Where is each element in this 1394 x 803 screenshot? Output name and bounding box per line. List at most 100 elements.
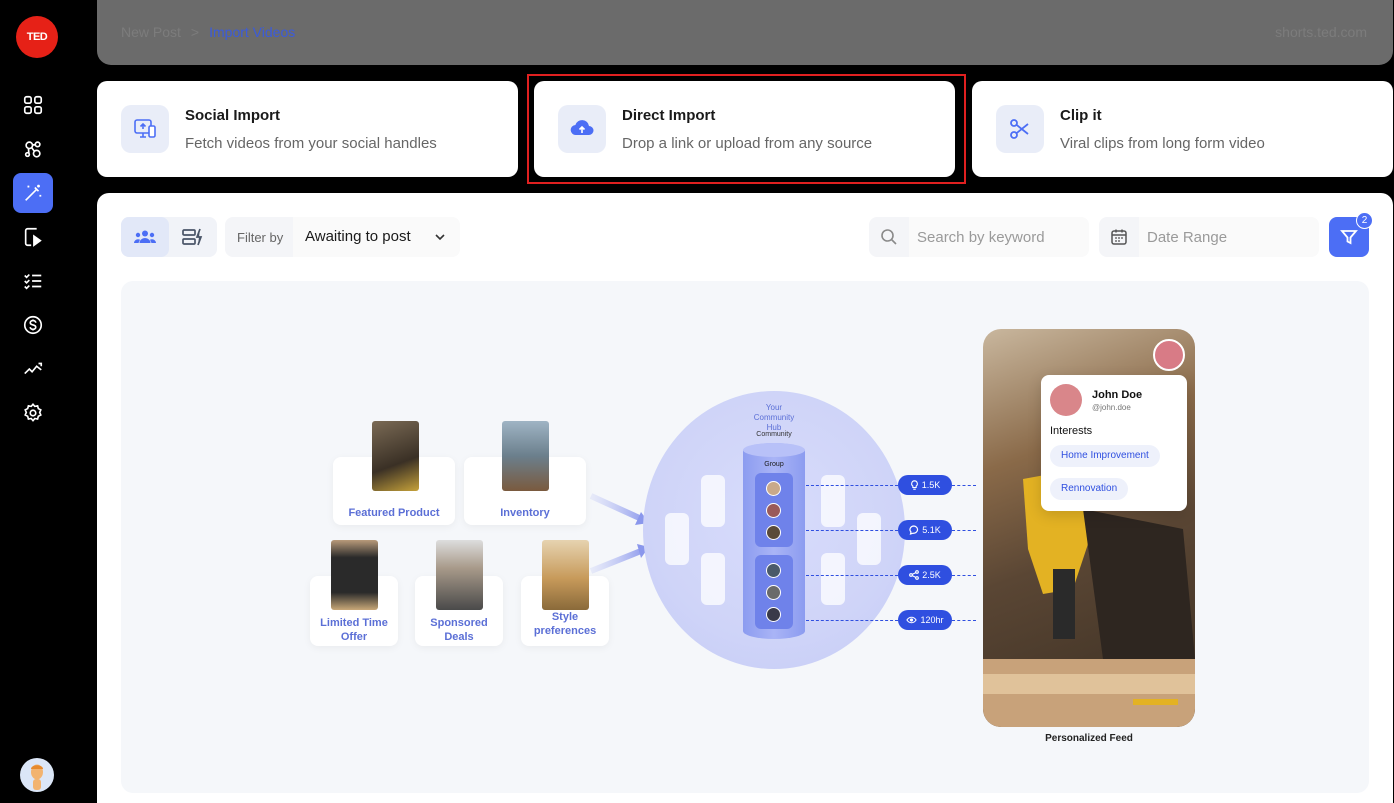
filter-value-text: Awaiting to post [305,228,411,245]
cloud-upload-icon [558,105,606,153]
interest-chip: Rennovation [1050,478,1129,500]
ted-logo[interactable]: TED [16,16,58,58]
stat-value: 1.5K [921,480,941,490]
nav-connections[interactable] [13,129,53,169]
nav-monetization[interactable] [13,305,53,345]
clip-it-card[interactable]: Clip it Viral clips from long form video [972,81,1393,177]
card-title: Social Import [185,107,281,124]
search-input[interactable] [909,217,1089,257]
group-block [755,555,793,629]
community-cylinder: Group [743,443,805,639]
stat-value: 5.1K [922,525,941,535]
filter-dropdown[interactable]: Filter by Awaiting to post [225,217,460,257]
date-range-input[interactable] [1139,217,1319,257]
breadcrumb-parent[interactable]: New Post [121,24,181,40]
calendar-icon [1099,217,1139,257]
chevron-down-icon [435,234,445,241]
nav-tasks[interactable] [13,261,53,301]
funnel-icon [1340,230,1358,245]
creator-avatar [1153,339,1185,371]
connector-line [952,575,976,576]
video-play-icon [24,227,42,247]
product-label: Style preferences [533,611,597,637]
stat-comments: 5.1K [898,520,952,540]
search-box [869,217,1089,257]
feed-label: Personalized Feed [1045,733,1133,744]
lightbulb-icon [910,480,918,490]
card-title: Direct Import [622,107,716,124]
card-subtitle: Viral clips from long form video [1060,135,1265,152]
connector-line [952,530,976,531]
filter-selected-value[interactable]: Awaiting to post [293,217,460,257]
product-photo [331,540,378,610]
connector-line [952,485,976,486]
hub-community-label: Community [756,431,792,438]
hub-ghost-card [701,553,725,605]
magic-wand-icon [25,184,42,201]
stat-watch-time: 120hr [898,610,952,630]
product-photo [372,421,419,491]
filter-count-badge: 2 [1356,212,1373,229]
main-panel: Filter by Awaiting to post 2 [97,193,1393,803]
connector-line [806,485,898,486]
hub-title: Your Community Hub [753,403,795,432]
product-photo [542,540,589,610]
product-photo [436,540,483,610]
comment-icon [909,525,919,535]
card-subtitle: Fetch videos from your social handles [185,135,437,152]
nav-analytics[interactable] [13,349,53,389]
connector-line [806,530,898,531]
list-bolt-icon [182,228,203,246]
hub-ghost-card [857,513,881,565]
product-label: Limited Time Offer [320,617,388,643]
stat-shares: 2.5K [898,565,952,585]
card-title: Clip it [1060,107,1102,124]
user-profile-avatar [1050,384,1082,416]
social-import-card[interactable]: Social Import Fetch videos from your soc… [97,81,518,177]
view-community-button[interactable] [121,217,169,257]
member-avatar [766,481,781,496]
product-label: Sponsored Deals [430,617,488,643]
member-avatar [766,563,781,578]
breadcrumb-current: Import Videos [209,24,296,40]
user-profile-card: John Doe @john.doe Interests Home Improv… [1041,375,1187,511]
monitor-upload-icon [121,105,169,153]
stat-value: 2.5K [922,570,941,580]
nav-dashboard[interactable] [13,85,53,125]
breadcrumb-separator: > [190,24,200,40]
date-range-picker [1099,217,1319,257]
users-icon [134,230,156,243]
search-icon [869,217,909,257]
card-subtitle: Drop a link or upload from any source [622,135,873,152]
direct-import-card[interactable]: Direct Import Drop a link or upload from… [534,81,955,177]
hub-group-label: Group [764,461,784,468]
product-photo [502,421,549,491]
personalized-feed-phone: John Doe @john.doe Interests Home Improv… [983,329,1195,727]
stat-value: 120hr [920,615,944,625]
member-avatar [766,585,781,600]
cylinder-top [743,443,805,457]
member-avatar [766,525,781,540]
user-name: John Doe [1092,389,1143,401]
hub-ghost-card [701,475,725,527]
top-bar: New Post > Import Videos shorts.ted.com [97,0,1393,65]
member-avatar [766,503,781,518]
eye-icon [906,616,918,624]
product-label: Inventory [500,507,550,519]
view-toggle [121,217,217,257]
hub-ghost-card [821,475,845,527]
breadcrumb: New Post > Import Videos [121,24,295,40]
nav-settings[interactable] [13,393,53,433]
interest-chip: Home Improvement [1050,445,1160,467]
nav-create[interactable] [13,173,53,213]
user-handle: @john.doe [1092,403,1131,412]
user-avatar[interactable] [20,758,54,792]
hub-ghost-card [665,513,689,565]
nav-videos[interactable] [13,217,53,257]
view-list-button[interactable] [169,217,217,257]
grid-icon [23,95,43,115]
stat-likes: 1.5K [898,475,952,495]
hub-ghost-card [821,553,845,605]
connector-line [806,575,898,576]
avatar-icon [31,764,43,790]
